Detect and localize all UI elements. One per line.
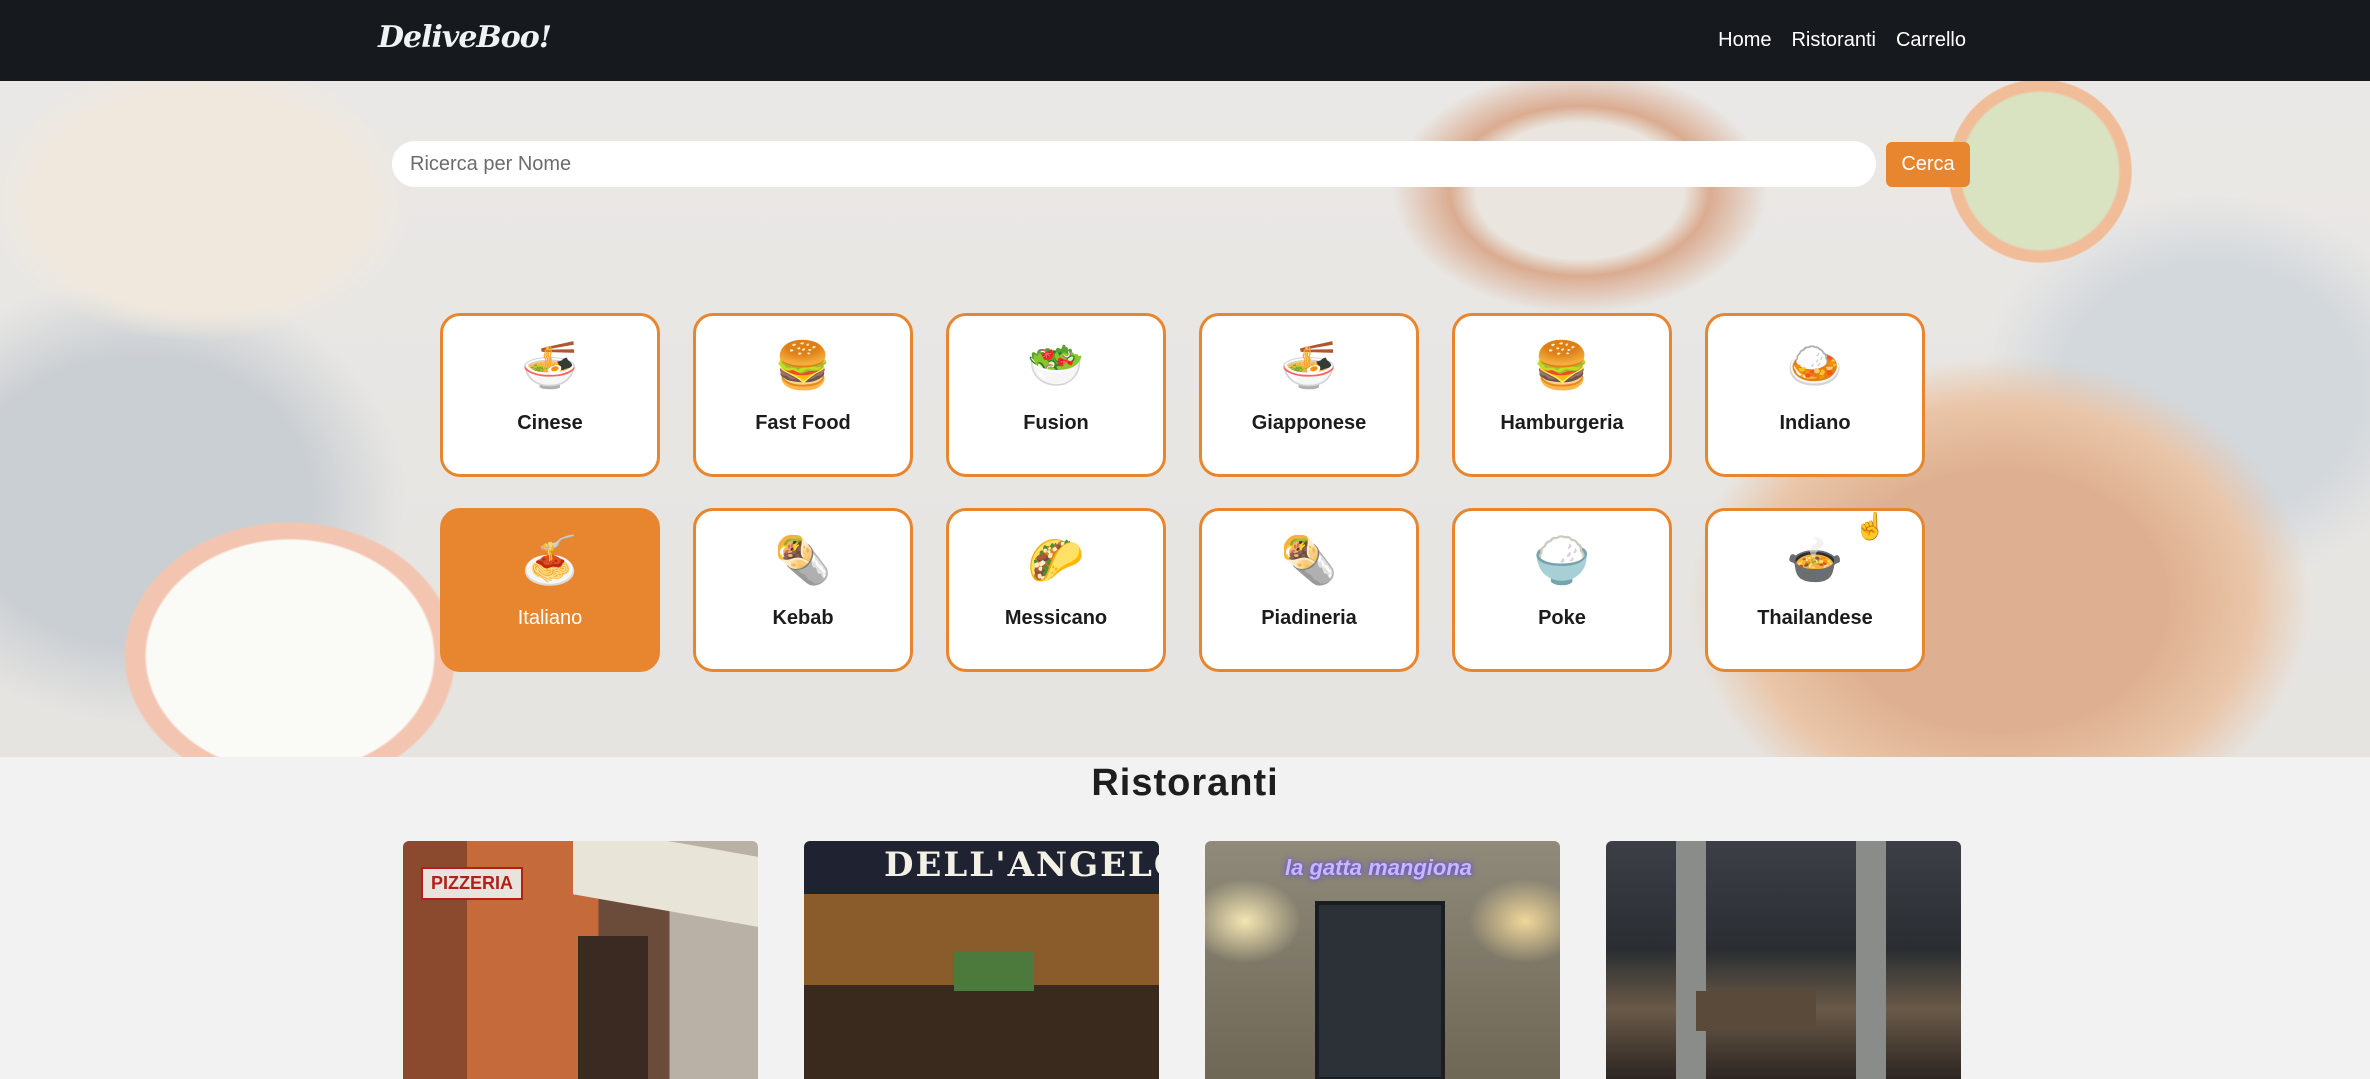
pillar-shape <box>1856 841 1886 1079</box>
category-label: Messicano <box>1004 607 1108 629</box>
nav-link-home[interactable]: Home <box>1718 29 1771 52</box>
category-card-kebab[interactable]: 🌯 Kebab <box>693 508 913 672</box>
hand-pointer-icon: ☝ <box>1854 511 1887 541</box>
category-card-giapponese[interactable]: 🍜 Giapponese <box>1199 313 1419 477</box>
category-card-cinese[interactable]: 🍜 Cinese <box>440 313 660 477</box>
category-card-indiano[interactable]: 🍛 Indiano <box>1705 313 1925 477</box>
ramen-icon: 🍜 <box>1280 339 1338 391</box>
fusion-plate-icon: 🥗 <box>1027 339 1085 391</box>
category-label: Hamburgeria <box>1500 412 1624 434</box>
category-grid: 🍜 Cinese 🍔 Fast Food 🥗 Fusion 🍜 Giappone… <box>440 313 1925 672</box>
indian-food-icon: 🍛 <box>1786 339 1844 391</box>
navbar: DeliveBoo! Home Ristoranti Carrello <box>0 0 2370 81</box>
poke-bowl-icon: 🍚 <box>1533 534 1591 586</box>
search-button[interactable]: Cerca <box>1886 142 1970 187</box>
counter-shape <box>1696 991 1816 1031</box>
category-label: Thailandese <box>1757 607 1873 629</box>
restaurant-card[interactable]: PIZZERIA <box>403 841 758 1079</box>
nav-link-ristoranti[interactable]: Ristoranti <box>1791 29 1875 52</box>
menu-board-shape <box>954 951 1034 991</box>
category-card-fusion[interactable]: 🥗 Fusion <box>946 313 1166 477</box>
hamburger-icon: 🍔 <box>1533 339 1591 391</box>
category-label: Indiano <box>1779 412 1851 434</box>
search-input[interactable] <box>392 141 1876 187</box>
category-card-thailandese[interactable]: 🍲 Thailandese <box>1705 508 1925 672</box>
nav-links: Home Ristoranti Carrello <box>1718 0 1966 81</box>
thai-curry-icon: 🍲 <box>1786 534 1844 586</box>
restaurant-sign: PIZZERIA <box>421 867 524 900</box>
category-label: Fusion <box>1023 412 1089 434</box>
noodle-bowl-icon: 🍜 <box>521 339 579 391</box>
logo[interactable]: DeliveBoo! <box>378 20 552 55</box>
restaurant-list: PIZZERIA DELL'ANGELO la gatta mangiona <box>403 841 1961 1079</box>
category-label: Fast Food <box>755 412 851 434</box>
pillar-shape <box>1676 841 1706 1079</box>
restaurant-sign: DELL'ANGELO <box>884 845 1159 885</box>
door-shape <box>1315 901 1445 1079</box>
category-label: Piadineria <box>1261 607 1357 629</box>
kebab-wrap-icon: 🌯 <box>774 534 832 586</box>
restaurant-card[interactable]: la gatta mangiona <box>1205 841 1560 1079</box>
category-card-italiano[interactable]: 🍝 Italiano <box>440 508 660 672</box>
category-card-fast-food[interactable]: 🍔 Fast Food <box>693 313 913 477</box>
category-card-piadineria[interactable]: 🌯 Piadineria <box>1199 508 1419 672</box>
category-label: Kebab <box>772 607 834 629</box>
category-label: Italiano <box>517 607 583 629</box>
category-card-poke[interactable]: 🍚 Poke <box>1452 508 1672 672</box>
nav-link-carrello[interactable]: Carrello <box>1896 29 1966 52</box>
category-label: Giapponese <box>1251 412 1367 434</box>
spaghetti-icon: 🍝 <box>521 534 579 586</box>
category-label: Poke <box>1538 607 1586 629</box>
category-card-hamburgeria[interactable]: 🍔 Hamburgeria <box>1452 313 1672 477</box>
hero-banner: Cerca 🍜 Cinese 🍔 Fast Food 🥗 Fusion 🍜 Gi… <box>0 81 2370 757</box>
fast-food-icon: 🍔 <box>774 339 832 391</box>
restaurant-sign: la gatta mangiona <box>1285 855 1473 880</box>
category-label: Cinese <box>517 412 583 434</box>
door-shape <box>578 936 648 1079</box>
category-card-messicano[interactable]: 🌮 Messicano <box>946 508 1166 672</box>
restaurant-card[interactable]: DELL'ANGELO <box>804 841 1159 1079</box>
piadina-icon: 🌯 <box>1280 534 1338 586</box>
taco-icon: 🌮 <box>1027 534 1085 586</box>
restaurant-card[interactable] <box>1606 841 1961 1079</box>
section-title-ristoranti: Ristoranti <box>1091 762 1279 804</box>
restaurant-photo <box>1606 841 1961 1079</box>
